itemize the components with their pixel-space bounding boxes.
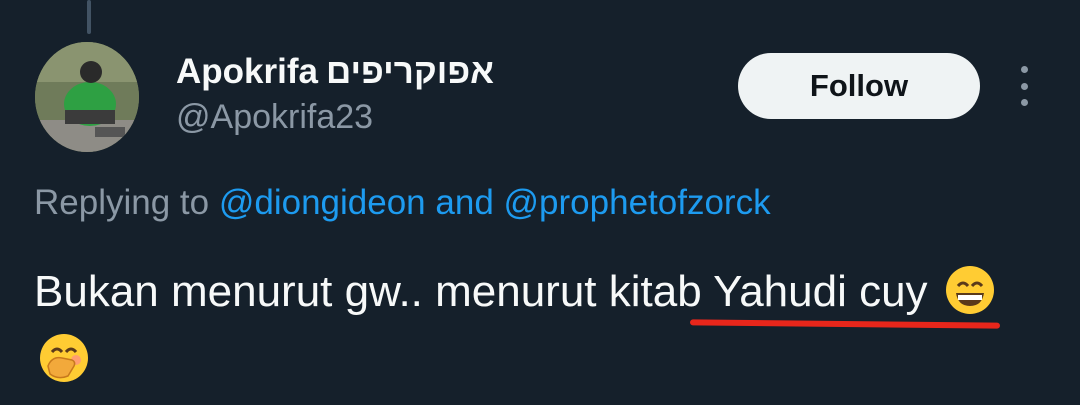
replying-prefix: Replying to: [34, 183, 210, 222]
more-dot: [1020, 66, 1028, 73]
tweet-body: Bukan menurut gw.. menurut kitab Yahudi …: [34, 267, 928, 316]
author-handle[interactable]: @Apokrifa23: [176, 98, 373, 137]
replying-to-line: Replying to @diongideon and @prophetofzo…: [34, 183, 771, 229]
mention-link-diongideon[interactable]: @diongideon: [219, 183, 426, 222]
avatar[interactable]: [35, 42, 139, 152]
grinning-face-icon: [945, 266, 994, 314]
author-display-name-hebrew[interactable]: אפוקריפים: [326, 52, 494, 92]
more-dot: [1020, 82, 1028, 90]
follow-button[interactable]: Follow: [738, 53, 980, 119]
more-dot: [1020, 99, 1028, 106]
author-name-row[interactable]: Apokrifa אפוקריפים: [176, 50, 494, 94]
reply-conjunction[interactable]: and: [435, 183, 493, 222]
author-display-name[interactable]: Apokrifa: [176, 52, 318, 92]
more-options-icon[interactable]: [1010, 66, 1038, 106]
face-with-hand-over-mouth-icon: [40, 334, 88, 382]
mention-link-prophetofzorck[interactable]: @prophetofzorck: [504, 183, 771, 222]
thread-connector-line: [87, 0, 91, 34]
